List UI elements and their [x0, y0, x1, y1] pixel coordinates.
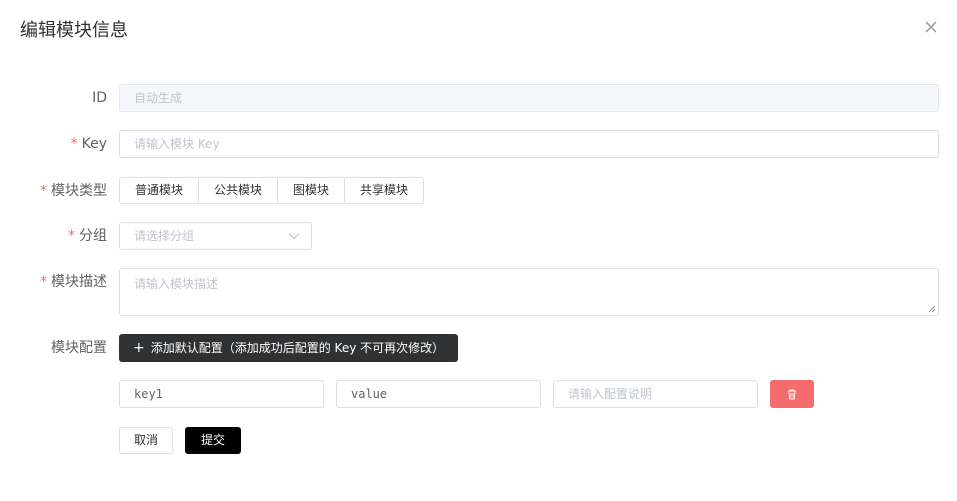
config-value-value: value: [351, 387, 388, 401]
config-value-input[interactable]: value: [336, 380, 541, 408]
delete-config-button[interactable]: [770, 380, 814, 408]
description-placeholder: 请输入模块描述: [134, 277, 219, 291]
group-select[interactable]: 请选择分组: [119, 222, 312, 250]
config-description-placeholder: 请输入配置说明: [568, 387, 653, 401]
config-label: 模块配置: [51, 340, 107, 356]
edit-module-dialog: 编辑模块信息 ID 自动生成 * Key 请输入模块 Key * 模块类型 普通模块…: [0, 0, 957, 501]
add-default-config-label: 添加默认配置（添加成功后配置的 Key 不可再次修改）: [150, 341, 445, 355]
resize-handle-icon[interactable]: [928, 305, 936, 313]
group-label: * 分组: [68, 228, 107, 244]
module-type-radio-group: 普通模块 公共模块 图模块 共享模块: [119, 177, 425, 204]
add-default-config-button[interactable]: + 添加默认配置（添加成功后配置的 Key 不可再次修改）: [119, 334, 459, 362]
trash-icon: [788, 389, 796, 400]
chevron-down-icon: [288, 231, 300, 241]
plus-icon: +: [133, 340, 145, 356]
required-marker: *: [68, 228, 75, 244]
type-option-normal[interactable]: 普通模块: [119, 177, 200, 204]
submit-button[interactable]: 提交: [185, 427, 242, 454]
description-label: * 模块描述: [40, 274, 107, 290]
config-key-input[interactable]: key1: [119, 380, 324, 408]
description-textarea[interactable]: 请输入模块描述: [119, 268, 939, 316]
type-label: * 模块类型: [40, 183, 107, 199]
group-select-placeholder: 请选择分组: [134, 229, 195, 243]
type-option-public[interactable]: 公共模块: [199, 177, 279, 204]
required-marker: *: [40, 183, 47, 199]
config-description-input[interactable]: 请输入配置说明: [553, 380, 758, 408]
key-label: * Key: [70, 136, 107, 152]
key-input[interactable]: 请输入模块 Key: [119, 130, 939, 158]
cancel-button[interactable]: 取消: [119, 427, 174, 454]
required-marker: *: [70, 136, 78, 152]
dialog-title: 编辑模块信息: [20, 20, 128, 41]
id-label: ID: [92, 90, 107, 106]
close-icon[interactable]: [922, 18, 940, 36]
config-key-value: key1: [134, 387, 163, 401]
type-option-graph[interactable]: 图模块: [278, 177, 346, 204]
required-marker: *: [40, 274, 47, 290]
id-input-placeholder: 自动生成: [134, 91, 183, 105]
key-input-placeholder: 请输入模块 Key: [134, 137, 220, 151]
id-input: 自动生成: [119, 84, 939, 112]
type-option-shared[interactable]: 共享模块: [345, 177, 425, 204]
